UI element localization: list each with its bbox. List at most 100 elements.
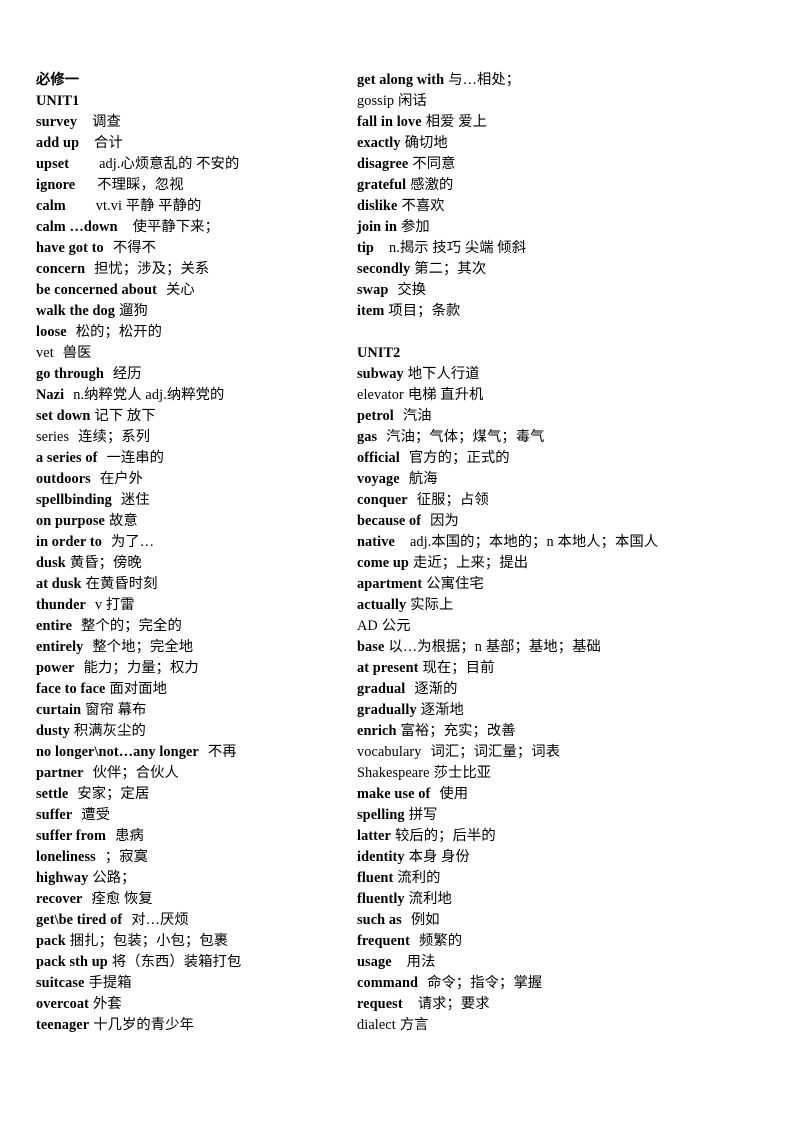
entry-gap: [72, 805, 81, 826]
entry-definition: 面对面地: [109, 681, 168, 697]
entry-definition: 项目；条款: [388, 303, 461, 319]
entry-definition: 电梯 直升机: [407, 387, 484, 403]
entry-definition: 词汇；词汇量；词表: [430, 744, 561, 760]
entry-definition: 捆扎；包装；小包；包裹: [69, 933, 229, 949]
entry-term: pack: [36, 933, 66, 949]
entry-gap: [394, 406, 403, 427]
entry-definition: 征服；占领: [416, 492, 489, 508]
entry-gap: [106, 826, 115, 847]
entry-term: swap: [357, 282, 389, 298]
entry-gap: [96, 847, 105, 868]
entry-definition: 使平静下来；: [132, 219, 220, 235]
vocabulary-entry: enrich 富裕；充实；改善: [357, 721, 761, 742]
entry-definition: 窗帘 幕布: [85, 702, 147, 718]
entry-term: frequent: [357, 933, 410, 949]
entry-term: exactly: [357, 135, 401, 151]
entry-definition: 将（东西）装箱打包: [111, 954, 242, 970]
entry-definition: 在户外: [99, 471, 144, 487]
entry-gap: [68, 784, 77, 805]
entry-term: native: [357, 534, 395, 550]
entry-term: make use of: [357, 786, 431, 802]
vocabulary-entry: item 项目；条款: [357, 301, 761, 322]
entry-gap: [75, 658, 84, 679]
entry-definition: 本身 身份: [408, 849, 470, 865]
entry-term: series: [36, 429, 70, 445]
vocabulary-entry: ignore 不理睬，忽视: [36, 175, 357, 196]
entry-definition: adj.本国的；本地的；n 本地人；本国人: [409, 534, 659, 550]
vocabulary-entry: calm vt.vi 平静 平静的: [36, 196, 357, 217]
entry-definition: 拼写: [408, 807, 438, 823]
vocabulary-entry: spelling 拼写: [357, 805, 761, 826]
entry-term: secondly: [357, 261, 411, 277]
entry-definition: 用法: [406, 954, 436, 970]
vocabulary-entry: pack 捆扎；包装；小包；包裹: [36, 931, 357, 952]
entry-gap: [122, 910, 131, 931]
right-unit1-entry-list: get along with 与…相处； gossip 闲话 fall in lov…: [357, 70, 761, 322]
vocabulary-entry: set down 记下 放下: [36, 406, 357, 427]
entry-definition: 富裕；充实；改善: [400, 723, 516, 739]
entry-term: in order to: [36, 534, 102, 550]
vocabulary-entry: swap 交换: [357, 280, 761, 301]
entry-gap: [112, 490, 121, 511]
entry-definition: 在黄昏时刻: [85, 576, 158, 592]
entry-definition: 公寓住宅: [426, 576, 484, 592]
vocabulary-entry: vocabulary 词汇；词汇量；词表: [357, 742, 761, 763]
entry-term: fluently: [357, 891, 405, 907]
entry-term: elevator: [357, 387, 404, 403]
entry-term: on purpose: [36, 513, 105, 529]
entry-gap: [66, 196, 96, 217]
entry-definition: 流利地: [408, 891, 452, 907]
entry-definition: 积满灰尘的: [73, 723, 146, 739]
entry-term: actually: [357, 597, 407, 613]
entry-gap: [418, 973, 427, 994]
entry-definition: 命令；指令；掌握: [427, 975, 543, 991]
entry-term: thunder: [36, 597, 86, 613]
entry-term: concern: [36, 261, 86, 277]
entry-definition: 官方的；正式的: [408, 450, 510, 466]
entry-gap: [69, 427, 78, 448]
entry-gap: [403, 994, 418, 1015]
entry-term: entire: [36, 618, 73, 634]
entry-term: voyage: [357, 471, 400, 487]
entry-definition: ；寂寞: [104, 849, 148, 865]
entry-definition: 调查: [92, 114, 121, 130]
vocabulary-entry: secondly 第二；其次: [357, 259, 761, 280]
vocabulary-entry: voyage 航海: [357, 469, 761, 490]
vocabulary-entry: conquer 征服；占领: [357, 490, 761, 511]
entry-term: subway: [357, 366, 404, 382]
entry-term: request: [357, 996, 403, 1012]
entry-definition: 经历: [112, 366, 142, 382]
entry-definition: 与…相处；: [448, 72, 521, 88]
entry-term: gradually: [357, 702, 417, 718]
unit2-heading-text: UNIT2: [357, 345, 401, 361]
vocabulary-entry: fluent 流利的: [357, 868, 761, 889]
entry-gap: [408, 490, 417, 511]
two-column-layout: 必修一 UNIT1 survey 调查 add up 合计 upset adj.心烦…: [36, 70, 761, 1036]
entry-term: command: [357, 975, 419, 991]
entry-definition: 记下 放下: [94, 408, 156, 424]
document-page: 必修一 UNIT1 survey 调查 add up 合计 upset adj.心烦…: [0, 0, 793, 1122]
vocabulary-entry: loose 松的；松开的: [36, 322, 357, 343]
vocabulary-entry: gradual 逐渐的: [357, 679, 761, 700]
entry-term: loneliness: [36, 849, 96, 865]
vocabulary-entry: spellbinding 迷住: [36, 490, 357, 511]
vocabulary-entry: gossip 闲话: [357, 91, 761, 112]
entry-definition: 参加: [401, 219, 430, 235]
entry-term: spelling: [357, 807, 405, 823]
entry-term: conquer: [357, 492, 408, 508]
vocabulary-entry: Shakespeare 莎士比亚: [357, 763, 761, 784]
entry-definition: 一连串的: [106, 450, 165, 466]
entry-definition: 使用: [439, 786, 469, 802]
vocabulary-entry: entire 整个的；完全的: [36, 616, 357, 637]
vocabulary-entry: command 命令；指令；掌握: [357, 973, 761, 994]
entry-definition: 确切地: [404, 135, 448, 151]
entry-definition: 感激的: [410, 177, 454, 193]
entry-definition: 地下人行道: [407, 366, 480, 382]
vocabulary-entry: power 能力；力量；权力: [36, 658, 357, 679]
entry-term: apartment: [357, 576, 423, 592]
entry-term: gradual: [357, 681, 406, 697]
entry-gap: [199, 742, 208, 763]
vocabulary-entry: gradually 逐渐地: [357, 700, 761, 721]
left-entry-list: survey 调查 add up 合计 upset adj.心烦意乱的 不安的 ign…: [36, 112, 357, 1036]
entry-definition: 较后的；后半的: [394, 828, 496, 844]
